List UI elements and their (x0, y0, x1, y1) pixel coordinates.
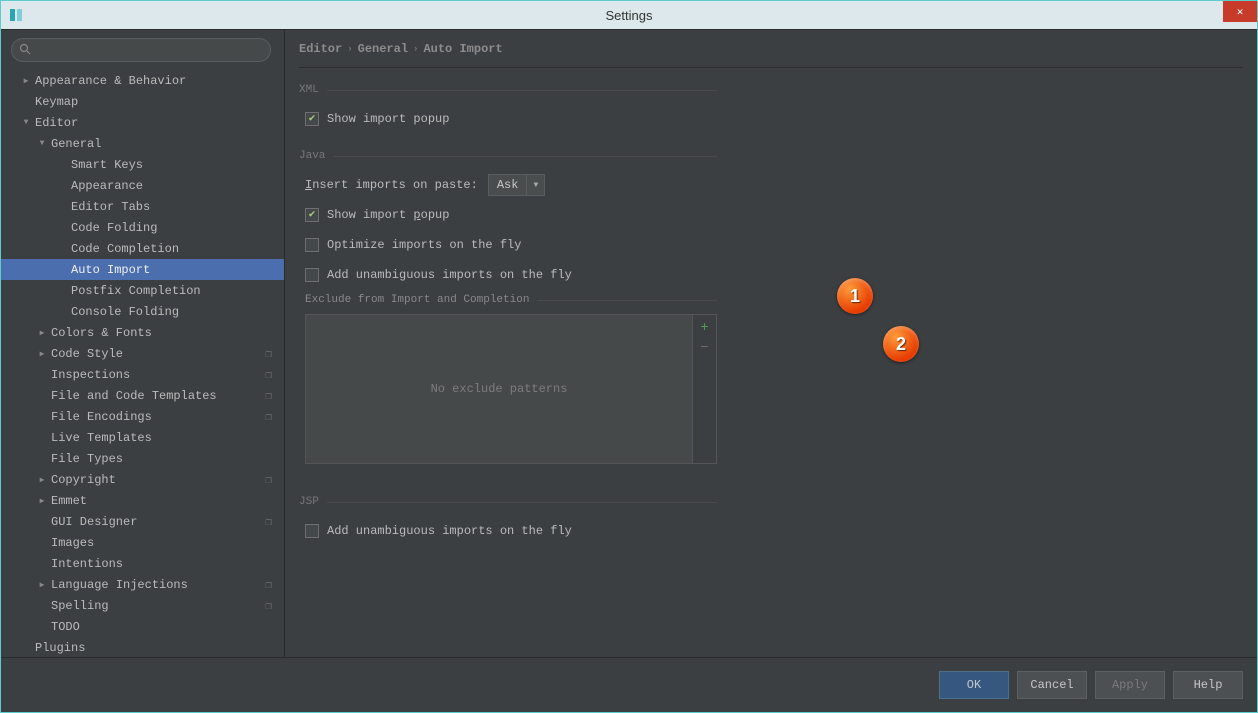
tree-item-live-templates[interactable]: ▶Live Templates (1, 427, 284, 448)
search-wrap (1, 30, 284, 70)
insert-imports-label: Insert imports on paste: (305, 178, 478, 192)
tree-item-file-encodings[interactable]: ▶File Encodings❐ (1, 406, 284, 427)
tree-item-auto-import[interactable]: Auto Import (1, 259, 284, 280)
exclude-list[interactable]: No exclude patterns (306, 315, 692, 463)
per-project-icon: ❐ (265, 578, 272, 592)
tree-item-file-types[interactable]: ▶File Types (1, 448, 284, 469)
minus-icon[interactable]: − (700, 341, 708, 355)
section-jsp-title: JSP (299, 496, 717, 508)
plus-icon[interactable]: + (700, 321, 708, 335)
ok-button[interactable]: OK (939, 671, 1009, 699)
search-input[interactable] (11, 38, 271, 62)
apply-button[interactable]: Apply (1095, 671, 1165, 699)
per-project-icon: ❐ (265, 389, 272, 403)
tree-item-appearance[interactable]: Appearance (1, 175, 284, 196)
breadcrumb-item: General (358, 42, 408, 56)
chevron-down-icon: ▼ (526, 175, 544, 195)
tree-item-console-folding[interactable]: Console Folding (1, 301, 284, 322)
settings-detail: Editor › General › Auto Import XML Show … (285, 30, 1257, 657)
per-project-icon: ❐ (265, 410, 272, 424)
tree-item-editor-tabs[interactable]: Editor Tabs (1, 196, 284, 217)
tree-item-intentions[interactable]: ▶Intentions (1, 553, 284, 574)
per-project-icon: ❐ (265, 515, 272, 529)
tree-item-code-folding[interactable]: Code Folding (1, 217, 284, 238)
content: XML Show import popup Java Insert import… (299, 68, 1243, 657)
close-icon: ✕ (1237, 5, 1244, 19)
exclude-section-title: Exclude from Import and Completion (305, 294, 717, 306)
tree-item-code-style[interactable]: ▶Code Style❐ (1, 343, 284, 364)
tree-item-code-completion[interactable]: Code Completion (1, 238, 284, 259)
xml-show-import-popup-checkbox[interactable] (305, 112, 319, 126)
jsp-add-unambiguous-label: Add unambiguous imports on the fly (327, 524, 572, 538)
insert-imports-value: Ask (489, 175, 527, 195)
breadcrumb-item: Auto Import (423, 42, 502, 56)
tree-item-keymap[interactable]: ▶Keymap (1, 91, 284, 112)
per-project-icon: ❐ (265, 473, 272, 487)
tree-item-copyright[interactable]: ▶Copyright❐ (1, 469, 284, 490)
tree-item-smart-keys[interactable]: Smart Keys (1, 154, 284, 175)
chevron-right-icon: › (347, 44, 352, 54)
help-button[interactable]: Help (1173, 671, 1243, 699)
exclude-empty-text: No exclude patterns (431, 382, 568, 396)
tree-item-appearance-behavior[interactable]: ▶Appearance & Behavior (1, 70, 284, 91)
tree-item-plugins[interactable]: ▶Plugins (1, 637, 284, 657)
jsp-add-unambiguous-checkbox[interactable] (305, 524, 319, 538)
tree-item-file-code-templates[interactable]: ▶File and Code Templates❐ (1, 385, 284, 406)
tree-item-inspections[interactable]: ▶Inspections❐ (1, 364, 284, 385)
annotation-callout-2: 2 (883, 326, 919, 362)
annotation-callout-1: 1 (837, 278, 873, 314)
java-show-import-popup-checkbox[interactable] (305, 208, 319, 222)
tree-item-images[interactable]: ▶Images (1, 532, 284, 553)
optimize-imports-label: Optimize imports on the fly (327, 238, 521, 252)
tree-item-spelling[interactable]: ▶Spelling❐ (1, 595, 284, 616)
sidebar: ▶Appearance & Behavior ▶Keymap ▼Editor ▼… (1, 30, 285, 657)
exclude-buttons: + − (692, 315, 716, 463)
body: ▶Appearance & Behavior ▶Keymap ▼Editor ▼… (1, 30, 1257, 657)
per-project-icon: ❐ (265, 347, 272, 361)
close-button[interactable]: ✕ (1223, 1, 1257, 22)
add-unambiguous-checkbox[interactable] (305, 268, 319, 282)
tree-item-editor[interactable]: ▼Editor (1, 112, 284, 133)
xml-show-import-popup-label: Show import popup (327, 112, 449, 126)
breadcrumb: Editor › General › Auto Import (299, 30, 1243, 68)
tree-item-colors-fonts[interactable]: ▶Colors & Fonts (1, 322, 284, 343)
tree-item-postfix-completion[interactable]: Postfix Completion (1, 280, 284, 301)
breadcrumb-item: Editor (299, 42, 342, 56)
dialog-footer: OK Cancel Apply Help (1, 657, 1257, 712)
tree-item-language-injections[interactable]: ▶Language Injections❐ (1, 574, 284, 595)
section-xml-title: XML (299, 84, 717, 96)
cancel-button[interactable]: Cancel (1017, 671, 1087, 699)
exclude-panel: No exclude patterns + − (305, 314, 717, 464)
settings-tree[interactable]: ▶Appearance & Behavior ▶Keymap ▼Editor ▼… (1, 70, 284, 657)
app-logo-icon (5, 4, 27, 26)
tree-item-todo[interactable]: ▶TODO (1, 616, 284, 637)
chevron-right-icon: › (413, 44, 418, 54)
tree-item-emmet[interactable]: ▶Emmet (1, 490, 284, 511)
per-project-icon: ❐ (265, 368, 272, 382)
titlebar: Settings ✕ (1, 1, 1257, 30)
tree-item-general[interactable]: ▼General (1, 133, 284, 154)
insert-imports-select[interactable]: Ask ▼ (488, 174, 546, 196)
window-title: Settings (606, 8, 653, 23)
optimize-imports-checkbox[interactable] (305, 238, 319, 252)
per-project-icon: ❐ (265, 599, 272, 613)
java-show-import-popup-label: Show import popup (327, 208, 449, 222)
section-java-title: Java (299, 150, 717, 162)
tree-item-gui-designer[interactable]: ▶GUI Designer❐ (1, 511, 284, 532)
settings-window: Settings ✕ ▶Appearance & Behavior ▶Keyma… (0, 0, 1258, 713)
add-unambiguous-label: Add unambiguous imports on the fly (327, 268, 572, 282)
